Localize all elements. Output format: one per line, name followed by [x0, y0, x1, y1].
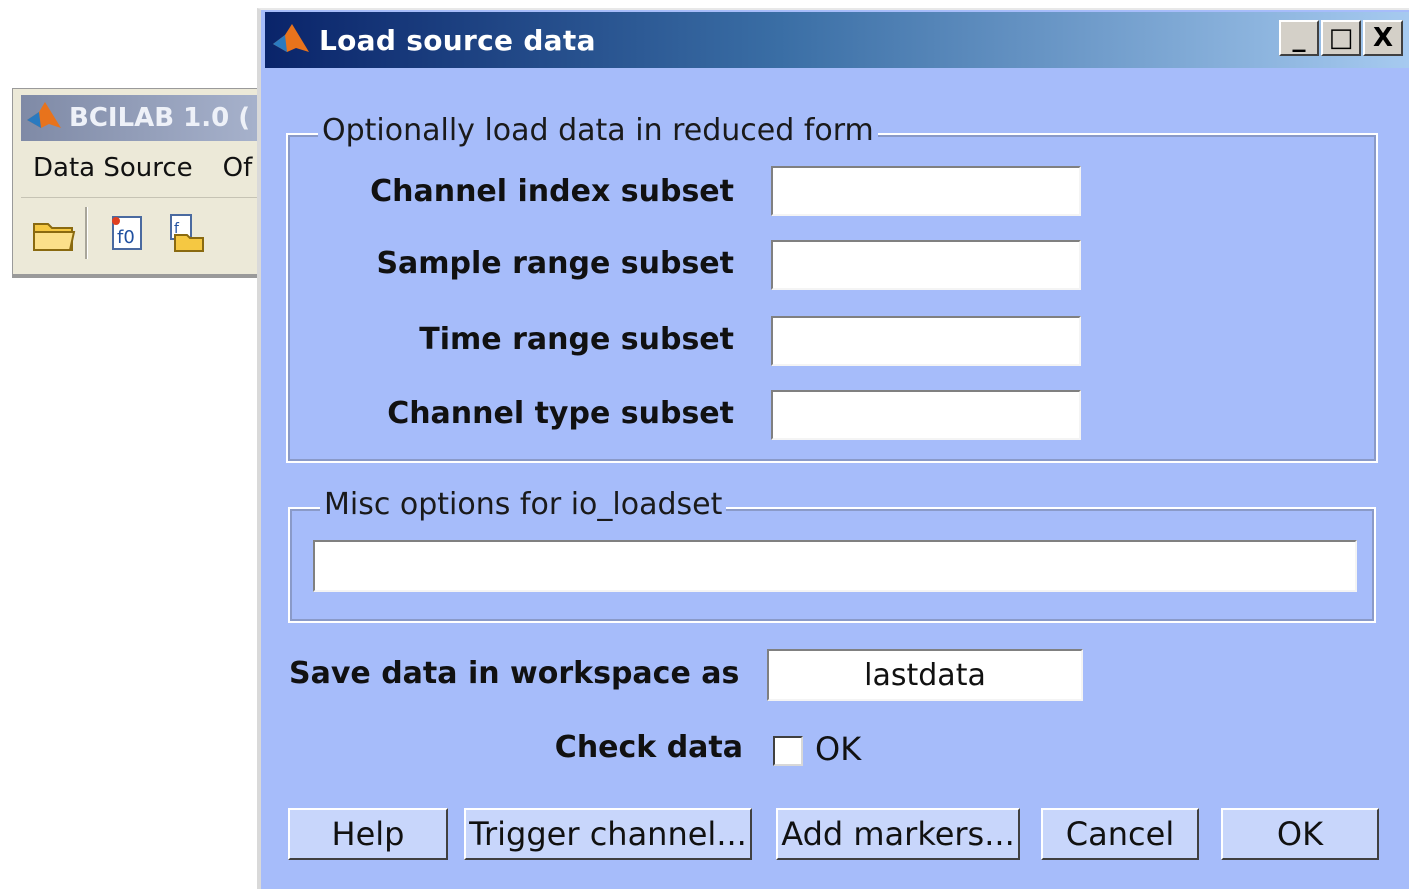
sample-range-label: Sample range subset — [376, 246, 734, 281]
add-markers-button[interactable]: Add markers... — [776, 808, 1020, 860]
time-range-input[interactable] — [771, 316, 1081, 366]
check-data-label: Check data — [554, 730, 743, 765]
bcilab-toolbar: f0 f — [21, 197, 261, 268]
add-markers-label: Add markers... — [781, 815, 1015, 853]
ok-button[interactable]: OK — [1221, 808, 1379, 860]
minimize-icon: _ — [1292, 23, 1306, 53]
close-button[interactable]: X — [1363, 20, 1403, 56]
function-folder-icon[interactable]: f — [160, 208, 210, 258]
load-source-data-dialog: Load source data _ □ X Optionally load d… — [257, 8, 1409, 889]
help-button[interactable]: Help — [288, 808, 448, 860]
sample-range-input[interactable] — [771, 240, 1081, 290]
menu-offline[interactable]: Of — [223, 153, 253, 183]
check-data-ok-label: OK — [815, 730, 862, 768]
save-workspace-input[interactable] — [767, 649, 1083, 701]
bcilab-bottom-border — [13, 274, 261, 277]
minimize-button[interactable]: _ — [1279, 20, 1319, 56]
close-icon: X — [1372, 23, 1394, 53]
reduced-form-legend: Optionally load data in reduced form — [318, 113, 878, 148]
cancel-button[interactable]: Cancel — [1041, 808, 1199, 860]
save-workspace-label: Save data in workspace as — [289, 656, 740, 691]
matlab-logo-icon — [271, 20, 311, 60]
trigger-channel-button[interactable]: Trigger channel... — [464, 808, 752, 860]
misc-options-legend: Misc options for io_loadset — [320, 487, 727, 522]
bcilab-main-window: BCILAB 1.0 ( Data Source Of f0 f — [12, 88, 262, 278]
channel-type-input[interactable] — [771, 390, 1081, 440]
time-range-label: Time range subset — [419, 322, 734, 357]
maximize-button[interactable]: □ — [1321, 20, 1361, 56]
channel-index-label: Channel index subset — [370, 174, 734, 209]
window-controls: _ □ X — [1279, 20, 1403, 56]
function-icon[interactable]: f0 — [102, 208, 152, 258]
channel-index-input[interactable] — [771, 166, 1081, 216]
bcilab-title: BCILAB 1.0 ( — [69, 103, 251, 133]
dialog-titlebar[interactable]: Load source data _ □ X — [265, 12, 1409, 68]
open-folder-icon[interactable] — [29, 208, 79, 258]
svg-text:f0: f0 — [117, 227, 135, 248]
dialog-title: Load source data — [319, 23, 596, 57]
check-data-checkbox[interactable] — [773, 736, 803, 766]
matlab-logo-icon — [25, 98, 63, 139]
menu-data-source[interactable]: Data Source — [33, 153, 193, 183]
toolbar-separator — [85, 207, 88, 259]
bcilab-menubar: Data Source Of — [21, 143, 261, 193]
trigger-channel-label: Trigger channel... — [469, 815, 747, 853]
channel-type-label: Channel type subset — [387, 396, 734, 431]
bcilab-titlebar: BCILAB 1.0 ( — [21, 95, 261, 141]
ok-button-label: OK — [1276, 815, 1324, 853]
maximize-icon: □ — [1328, 23, 1354, 53]
help-button-label: Help — [331, 815, 405, 853]
cancel-button-label: Cancel — [1065, 815, 1175, 853]
misc-options-input[interactable] — [313, 540, 1357, 592]
